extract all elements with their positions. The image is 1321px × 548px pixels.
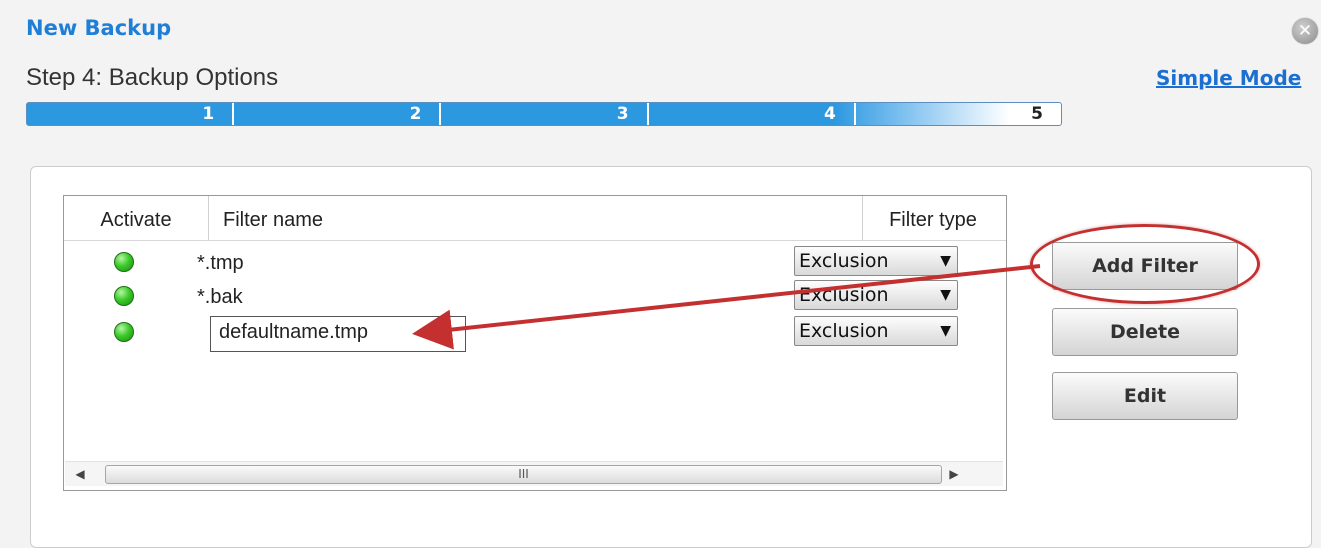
filter-type-select[interactable]: Exclusion ▼ — [794, 246, 958, 276]
filter-type-select[interactable]: Exclusion ▼ — [794, 280, 958, 310]
filter-name[interactable]: *.bak — [197, 286, 243, 309]
dialog-title: New Backup — [26, 16, 172, 40]
close-icon[interactable]: ✕ — [1292, 18, 1318, 44]
scroll-right-icon[interactable]: ▶ — [943, 464, 965, 484]
active-status-icon[interactable] — [114, 252, 134, 272]
progress-step-2: 2 — [234, 103, 442, 125]
scroll-left-icon[interactable]: ◀ — [69, 464, 91, 484]
column-header-activate[interactable]: Activate — [64, 196, 209, 240]
column-header-filter-type[interactable]: Filter type — [863, 196, 1003, 240]
progress-step-1: 1 — [27, 103, 235, 125]
table-row[interactable]: *.tmp Exclusion ▼ — [64, 246, 1004, 282]
simple-mode-link[interactable]: Simple Mode — [1156, 66, 1301, 90]
delete-button[interactable]: Delete — [1052, 308, 1238, 356]
table-row[interactable]: *.bak Exclusion ▼ — [64, 280, 1004, 316]
edit-button[interactable]: Edit — [1052, 372, 1238, 420]
progress-step-3: 3 — [441, 103, 649, 125]
step-title: Step 4: Backup Options — [26, 64, 279, 91]
step-progress-bar: 1 2 3 4 5 — [26, 102, 1062, 126]
progress-step-4: 4 — [649, 103, 856, 125]
filter-type-select[interactable]: Exclusion ▼ — [794, 316, 958, 346]
active-status-icon[interactable] — [114, 286, 134, 306]
active-status-icon[interactable] — [114, 322, 134, 342]
scrollbar-thumb[interactable]: III — [105, 465, 942, 484]
filter-name-edit-field[interactable]: defaultname.tmp — [210, 316, 466, 352]
filters-table: Activate Filter name Filter type *.tmp E… — [63, 195, 1007, 491]
chevron-down-icon: ▼ — [940, 253, 951, 269]
filter-name[interactable]: *.tmp — [197, 252, 244, 275]
progress-step-5: 5 — [1031, 104, 1044, 124]
table-row[interactable]: defaultname.tmp Exclusion ▼ — [64, 316, 1004, 352]
chevron-down-icon: ▼ — [940, 323, 951, 339]
add-filter-button[interactable]: Add Filter — [1052, 242, 1238, 290]
table-header: Activate Filter name Filter type — [64, 196, 1006, 241]
chevron-down-icon: ▼ — [940, 287, 951, 303]
horizontal-scrollbar[interactable]: ◀ III ▶ — [65, 461, 1003, 486]
column-header-filter-name[interactable]: Filter name — [209, 196, 863, 240]
